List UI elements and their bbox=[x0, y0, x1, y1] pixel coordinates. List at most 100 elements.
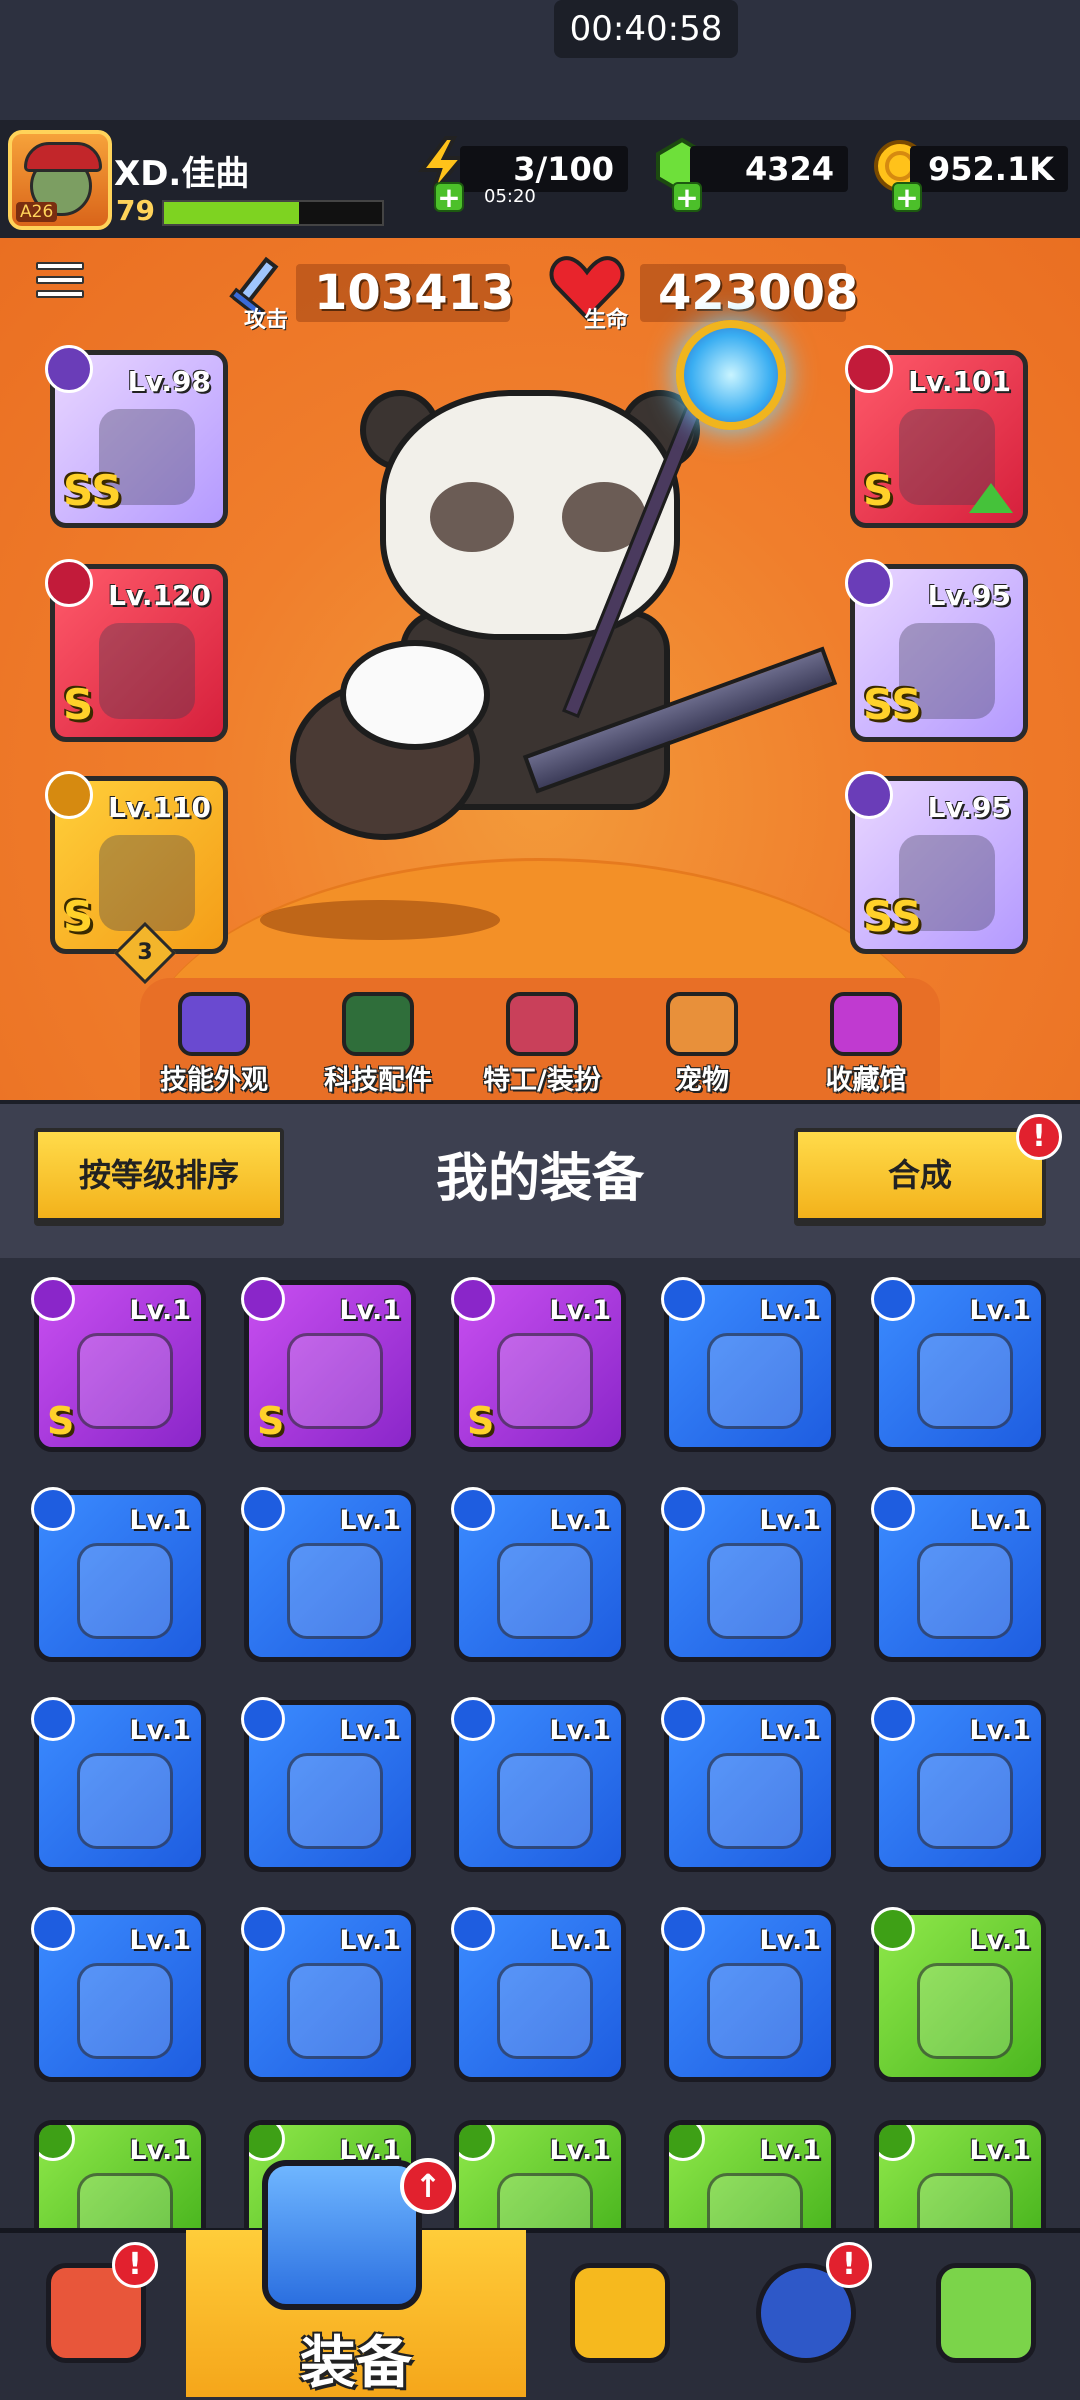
nav-shop[interactable] bbox=[6, 2233, 186, 2400]
item-level: Lv.1 bbox=[969, 1295, 1031, 1326]
nav-lab[interactable] bbox=[896, 2233, 1076, 2400]
boot-icon bbox=[497, 1963, 593, 2059]
item-rank: S bbox=[467, 1399, 495, 1443]
equipment-icon bbox=[262, 2160, 422, 2310]
inventory-item[interactable]: Lv.1 S bbox=[241, 1277, 416, 1452]
item-level: Lv.1 bbox=[969, 1715, 1031, 1746]
belt-type-icon bbox=[845, 559, 893, 607]
tan-glove-icon bbox=[287, 1963, 383, 2059]
attack-value: 103413 bbox=[296, 264, 514, 322]
inventory-item[interactable]: Lv.1 bbox=[34, 2120, 206, 2228]
nav-battle[interactable] bbox=[530, 2233, 710, 2400]
revolver-icon bbox=[707, 2173, 803, 2228]
status-clock: 00:40:58 bbox=[554, 0, 738, 58]
shop-alert-badge: ! bbox=[112, 2242, 158, 2288]
kunai-icon bbox=[77, 2173, 173, 2228]
armor-type-icon bbox=[845, 345, 893, 393]
item-level: Lv.1 bbox=[339, 1925, 401, 1956]
add-coins-button[interactable]: + bbox=[892, 182, 922, 212]
item-rank: S bbox=[257, 1399, 285, 1443]
inventory-item[interactable]: Lv.1 bbox=[241, 1697, 416, 1872]
inventory-item[interactable]: Lv.1 bbox=[451, 1907, 626, 2082]
inventory-item[interactable]: Lv.1 S bbox=[451, 1277, 626, 1452]
item-level: Lv.1 bbox=[969, 2135, 1031, 2166]
add-gems-button[interactable]: + bbox=[672, 182, 702, 212]
tab-agent-outfit[interactable]: 特工/装扮 bbox=[462, 992, 622, 1100]
item-type-icon bbox=[459, 2125, 495, 2161]
item-level: Lv.1 bbox=[969, 1505, 1031, 1536]
item-type-icon bbox=[669, 2125, 705, 2161]
menu-icon[interactable] bbox=[36, 262, 84, 306]
xp-bar-fill bbox=[164, 202, 300, 224]
boot-icon bbox=[707, 1963, 803, 2059]
inventory-item[interactable]: Lv.1 bbox=[451, 1487, 626, 1662]
item-type-icon bbox=[31, 1487, 75, 1531]
inventory-item[interactable]: Lv.1 bbox=[871, 1487, 1046, 1662]
item-type-icon bbox=[249, 2125, 285, 2161]
inventory-item[interactable]: Lv.1 bbox=[871, 1277, 1046, 1452]
inventory-item[interactable]: Lv.1 bbox=[661, 1277, 836, 1452]
item-level: Lv.1 bbox=[549, 1295, 611, 1326]
inventory-item[interactable]: Lv.1 bbox=[241, 1487, 416, 1662]
inventory-item[interactable]: Lv.1 bbox=[871, 1697, 1046, 1872]
tab-label: 宠物 bbox=[675, 1065, 729, 1096]
equipped-boots-slot[interactable]: Lv.95 SS bbox=[845, 771, 1028, 954]
flame-sword-icon bbox=[77, 1333, 173, 1429]
equipped-belt-slot[interactable]: Lv.95 SS bbox=[845, 559, 1028, 742]
equipped-armor-slot[interactable]: Lv.101 S bbox=[845, 345, 1028, 528]
tab-tech-parts[interactable]: 科技配件 bbox=[298, 992, 458, 1100]
inventory-item[interactable]: Lv.1 bbox=[454, 2120, 626, 2228]
equipped-gloves-slot[interactable]: Lv.110 S 3 bbox=[45, 771, 228, 985]
red-glove-icon bbox=[287, 1753, 383, 1849]
inventory-item[interactable]: Lv.1 bbox=[661, 1487, 836, 1662]
eagle-pet bbox=[230, 640, 490, 840]
inventory-item[interactable]: Lv.1 bbox=[661, 1697, 836, 1872]
item-type-icon bbox=[871, 1277, 915, 1321]
tab-pets[interactable]: 宠物 bbox=[622, 992, 782, 1100]
inventory-item[interactable]: Lv.1 bbox=[31, 1697, 206, 1872]
tech-part-icon bbox=[342, 992, 414, 1056]
item-type-icon bbox=[451, 1907, 495, 1951]
merge-button[interactable]: 合成 bbox=[794, 1128, 1046, 1226]
inventory-item[interactable]: Lv.1 bbox=[664, 2120, 836, 2228]
inventory-item[interactable]: Lv.1 bbox=[31, 1907, 206, 2082]
tab-collection[interactable]: 收藏馆 bbox=[786, 992, 946, 1100]
inventory-item[interactable]: Lv.1 bbox=[241, 1907, 416, 2082]
equipped-weapon-slot[interactable]: Lv.98 SS bbox=[45, 345, 228, 528]
inventory-item[interactable]: Lv.1 bbox=[451, 1697, 626, 1872]
player-level: 79 bbox=[116, 194, 155, 227]
inventory-item[interactable]: Lv.1 bbox=[661, 1907, 836, 2082]
player-avatar[interactable]: A26 bbox=[8, 130, 112, 230]
equipment-title: 我的装备 bbox=[435, 1149, 644, 1209]
item-type-icon bbox=[879, 2125, 915, 2161]
slot-level: Lv.95 bbox=[927, 791, 1011, 824]
tab-skill-skins[interactable]: 技能外观 bbox=[134, 992, 294, 1100]
inventory-item[interactable]: Lv.1 bbox=[874, 2120, 1046, 2228]
item-type-icon bbox=[871, 1487, 915, 1531]
agent-icon bbox=[506, 992, 578, 1056]
gem-counter: 4324 bbox=[690, 146, 848, 192]
kunai-icon bbox=[917, 1963, 1013, 2059]
coin-counter: 952.1K bbox=[910, 146, 1068, 192]
player-name: XD.佳曲 bbox=[114, 154, 250, 194]
item-type-icon bbox=[661, 1697, 705, 1741]
magic-orb bbox=[676, 320, 786, 430]
item-type-icon bbox=[871, 1697, 915, 1741]
blade-icon bbox=[497, 2173, 593, 2228]
slot-rank: SS bbox=[63, 466, 122, 515]
item-type-icon bbox=[451, 1697, 495, 1741]
inventory-item[interactable]: Lv.1 bbox=[31, 1487, 206, 1662]
panda-head bbox=[380, 390, 680, 640]
slot-rank: SS bbox=[863, 892, 922, 941]
collection-icon bbox=[830, 992, 902, 1056]
item-level: Lv.1 bbox=[339, 1295, 401, 1326]
add-energy-button[interactable]: + bbox=[434, 182, 464, 212]
equipped-necklace-slot[interactable]: Lv.120 S bbox=[45, 559, 228, 742]
panda-eye bbox=[430, 482, 514, 552]
inventory-item[interactable]: Lv.1 bbox=[871, 1907, 1046, 2082]
item-type-icon bbox=[661, 1487, 705, 1531]
sort-by-level-button[interactable]: 按等级排序 bbox=[34, 1128, 284, 1226]
avatar-tag: A26 bbox=[16, 202, 58, 222]
inventory-item[interactable]: Lv.1 S bbox=[31, 1277, 206, 1452]
item-level: Lv.1 bbox=[339, 1505, 401, 1536]
